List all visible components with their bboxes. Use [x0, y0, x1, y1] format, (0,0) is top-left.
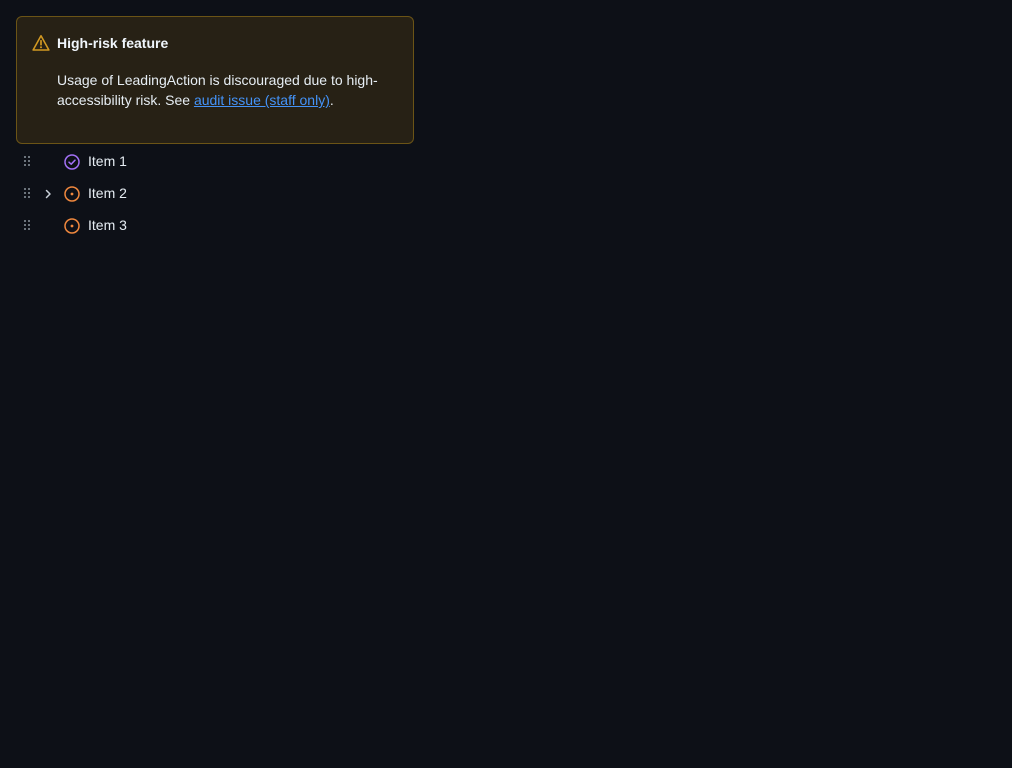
tree-item-label: Item 2	[88, 185, 127, 201]
issue-open-icon	[64, 218, 80, 234]
tree-view: Item 1 Item 2 Item 3	[16, 146, 414, 242]
drag-handle-icon[interactable]	[23, 187, 33, 201]
chevron-right-icon[interactable]	[42, 188, 54, 200]
high-risk-banner: High-risk feature Usage of LeadingAction…	[16, 16, 414, 144]
check-circle-icon	[64, 154, 80, 170]
tree-item-label: Item 3	[88, 217, 127, 233]
banner-message: Usage of LeadingAction is discouraged du…	[57, 70, 397, 110]
banner-message-suffix: .	[329, 92, 334, 108]
tree-item-label: Item 1	[88, 153, 127, 169]
tree-item[interactable]: Item 1	[16, 146, 414, 178]
issue-open-icon	[64, 186, 80, 202]
drag-handle-icon[interactable]	[23, 155, 33, 169]
banner-title: High-risk feature	[57, 35, 169, 51]
tree-item[interactable]: Item 2	[16, 178, 414, 210]
tree-item[interactable]: Item 3	[16, 210, 414, 242]
audit-issue-link[interactable]: audit issue (staff only)	[194, 92, 330, 108]
alert-icon	[32, 35, 50, 51]
drag-handle-icon[interactable]	[23, 219, 33, 233]
